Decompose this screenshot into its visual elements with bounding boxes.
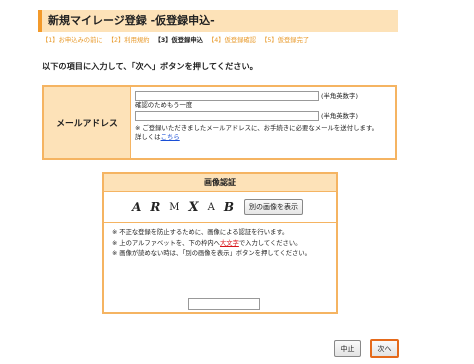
- captcha-note-2-prefix: ※ 上のアルファベットを、下の枠内へ: [112, 239, 220, 247]
- email-field[interactable]: [135, 90, 319, 101]
- captcha-char-5: A: [207, 201, 215, 213]
- email-note-text: ※ ご登録いただきましたメールアドレスに、お手続きに必要なメールを送付します。: [135, 124, 379, 132]
- email-note: ※ ご登録いただきましたメールアドレスに、お手続きに必要なメールを送付します。 …: [135, 124, 390, 141]
- captcha-char-4: X: [188, 199, 199, 215]
- captcha-note-1: ※ 不正な登録を防止するために、画像による認証を行います。: [112, 229, 289, 236]
- step-4: 【4】仮登録確認: [208, 37, 257, 44]
- captcha-title: 画像認証: [104, 174, 336, 192]
- email-label: メールアドレス: [44, 87, 131, 158]
- email-fields: (半角英数字) 確認のためもう一度 (半角英数字) ※ ご登録いただきましたメー…: [131, 87, 395, 158]
- email-more-link[interactable]: こちら: [161, 133, 180, 141]
- page-title: 新規マイレージ登録 -仮登録申込-: [38, 10, 398, 32]
- step-indicator: 【1】お申込みの前に 【2】利用規約 【3】仮登録申込 【4】仮登録確認 【5】…: [42, 35, 312, 44]
- captcha-char-2: R: [150, 200, 161, 214]
- step-5: 【5】仮登録完了: [261, 37, 310, 44]
- step-3-current: 【3】仮登録申込: [154, 37, 203, 44]
- step-2: 【2】利用規約: [107, 37, 150, 44]
- captcha-notes: ※ 不正な登録を防止するために、画像による認証を行います。 ※ 上のアルファベッ…: [104, 223, 336, 260]
- email-confirm-hint: (半角英数字): [321, 112, 358, 120]
- captcha-panel: 画像認証 A R M X A B 別の画像を表示 ※ 不正な登録を防止するために…: [102, 172, 338, 314]
- email-confirm-field[interactable]: [135, 110, 319, 121]
- step-1: 【1】お申込みの前に: [42, 37, 103, 44]
- instruction-text: 以下の項目に入力して、「次へ」ボタンを押してください。: [42, 61, 258, 71]
- captcha-note-3: ※ 画像が読めない時は、「別の画像を表示」ボタンを押してください。: [112, 250, 311, 257]
- captcha-char-3: M: [169, 201, 180, 213]
- captcha-note-2-suffix: で入力してください。: [238, 239, 302, 247]
- captcha-row: A R M X A B 別の画像を表示: [104, 192, 336, 223]
- captcha-note-2: ※ 上のアルファベットを、下の枠内へ大文字で入力してください。: [112, 239, 328, 250]
- regenerate-captcha-button[interactable]: 別の画像を表示: [244, 199, 303, 215]
- email-more-prefix: 詳しくは: [135, 132, 161, 141]
- captcha-input[interactable]: [188, 298, 260, 310]
- cancel-button[interactable]: 中止: [334, 340, 361, 357]
- next-button[interactable]: 次へ: [370, 339, 399, 358]
- email-hint: (半角英数字): [321, 92, 358, 100]
- captcha-char-1: A: [130, 200, 143, 214]
- email-form-table: メールアドレス (半角英数字) 確認のためもう一度 (半角英数字) ※ ご登録い…: [42, 85, 397, 160]
- email-confirm-label: 確認のためもう一度: [135, 101, 193, 109]
- captcha-image: A R M X A B: [130, 196, 244, 218]
- captcha-note-2-emphasis: 大文字: [219, 239, 239, 247]
- captcha-char-6: B: [223, 200, 235, 214]
